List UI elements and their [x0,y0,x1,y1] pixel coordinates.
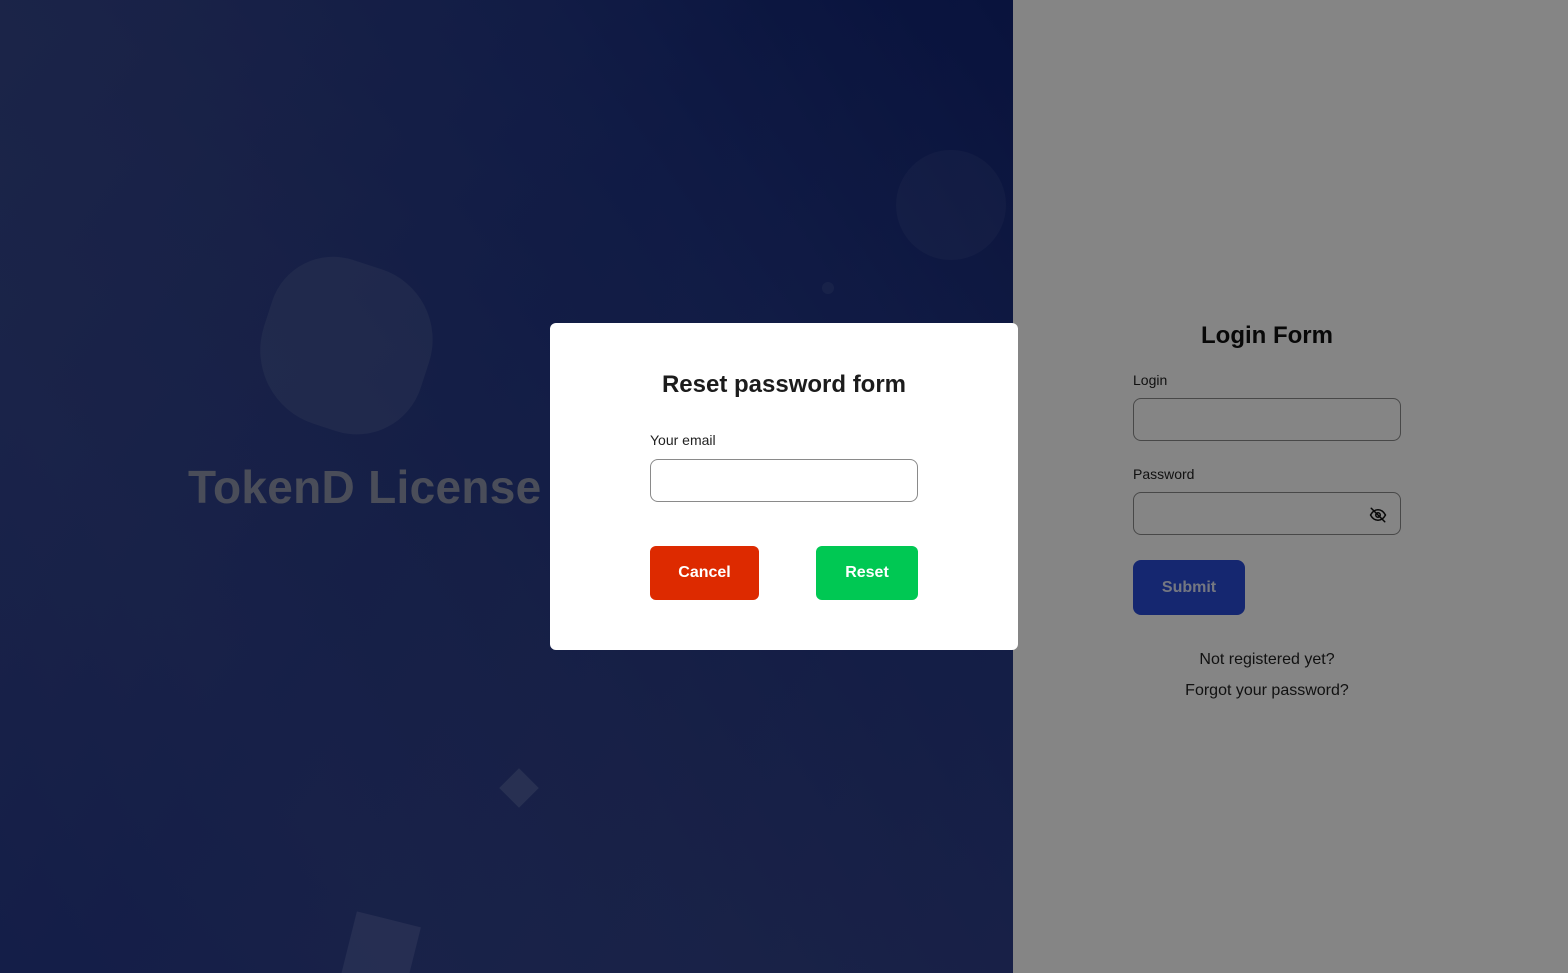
reset-password-modal: Reset password form Your email Cancel Re… [550,323,1018,650]
cancel-button[interactable]: Cancel [650,546,759,600]
modal-title: Reset password form [661,371,907,398]
reset-button[interactable]: Reset [816,546,918,600]
email-label: Your email [650,432,716,448]
email-input[interactable] [650,459,918,502]
